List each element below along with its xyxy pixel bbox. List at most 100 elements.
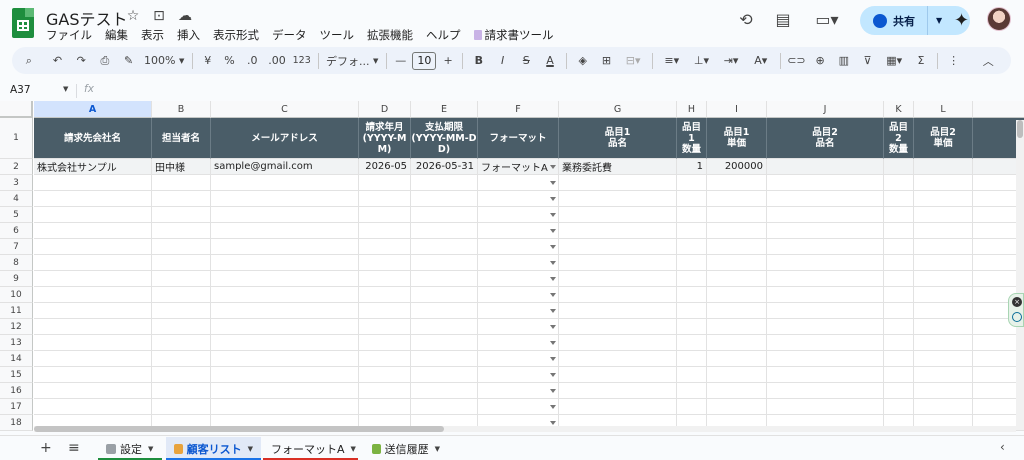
row-header[interactable]: 3: [0, 175, 33, 191]
format-dropdown-cell[interactable]: [478, 207, 559, 223]
empty-cell[interactable]: [411, 191, 478, 207]
empty-cell[interactable]: [677, 223, 707, 239]
empty-cell[interactable]: [767, 175, 884, 191]
empty-cell[interactable]: [34, 383, 152, 399]
empty-cell[interactable]: [914, 383, 973, 399]
empty-cell[interactable]: [34, 335, 152, 351]
column-header-g[interactable]: G: [559, 101, 677, 118]
gemini-icon[interactable]: ✦: [954, 10, 969, 31]
sheet-tab-menu-icon[interactable]: ▼: [435, 445, 440, 453]
empty-cell[interactable]: [211, 351, 359, 367]
search-menus-icon[interactable]: ⌕: [12, 47, 46, 74]
format-dropdown-cell[interactable]: [478, 351, 559, 367]
empty-cell[interactable]: [34, 319, 152, 335]
empty-cell[interactable]: [767, 367, 884, 383]
spreadsheet-grid[interactable]: A B C D E F G H I J K L 1 請求先会社名 担当者名 メールアドレス 請求年月 (YYYY…: [0, 101, 1024, 431]
row-header[interactable]: 4: [0, 191, 33, 207]
empty-cell[interactable]: [211, 271, 359, 287]
empty-cell[interactable]: [34, 287, 152, 303]
empty-cell[interactable]: [884, 303, 914, 319]
empty-cell[interactable]: [767, 287, 884, 303]
collapse-menus-button[interactable]: ︿: [966, 47, 1011, 74]
row-header[interactable]: 7: [0, 239, 33, 255]
number-format-button[interactable]: 123: [290, 47, 314, 74]
empty-cell[interactable]: [34, 351, 152, 367]
empty-cell[interactable]: [152, 399, 211, 415]
empty-cell[interactable]: [411, 303, 478, 319]
format-dropdown-cell[interactable]: [478, 191, 559, 207]
empty-cell[interactable]: [884, 255, 914, 271]
borders-icon[interactable]: ⊞: [595, 47, 619, 74]
column-header-l[interactable]: L: [914, 101, 973, 118]
comments-icon[interactable]: ▤: [773, 10, 793, 29]
data-cell[interactable]: 2026-05: [359, 159, 411, 175]
undo-icon[interactable]: ↶: [46, 47, 70, 74]
dropdown-arrow-icon[interactable]: [550, 341, 556, 345]
row-header[interactable]: 6: [0, 223, 33, 239]
empty-cell[interactable]: [34, 223, 152, 239]
data-cell[interactable]: 田中様: [152, 159, 211, 175]
menu-view[interactable]: 表示: [141, 27, 164, 43]
dropdown-arrow-icon[interactable]: [550, 357, 556, 361]
empty-cell[interactable]: [884, 399, 914, 415]
empty-cell[interactable]: [767, 223, 884, 239]
empty-cell[interactable]: [914, 271, 973, 287]
empty-cell[interactable]: [152, 255, 211, 271]
column-header-e[interactable]: E: [411, 101, 478, 118]
header-cell[interactable]: 品目 2 数量: [884, 118, 914, 159]
empty-cell[interactable]: [884, 271, 914, 287]
empty-cell[interactable]: [914, 255, 973, 271]
font-size-field[interactable]: 10: [411, 47, 439, 74]
empty-cell[interactable]: [707, 191, 767, 207]
dropdown-arrow-icon[interactable]: [550, 229, 556, 233]
sheet-tab[interactable]: 送信履歴 ▼: [364, 437, 448, 460]
increase-decimal-button[interactable]: .00: [264, 47, 290, 74]
empty-cell[interactable]: [707, 287, 767, 303]
menu-file[interactable]: ファイル: [46, 27, 92, 43]
empty-cell[interactable]: [152, 351, 211, 367]
empty-cell[interactable]: [677, 239, 707, 255]
empty-cell[interactable]: [411, 319, 478, 335]
name-box[interactable]: A37: [10, 84, 31, 96]
empty-cell[interactable]: [359, 399, 411, 415]
empty-cell[interactable]: [152, 367, 211, 383]
format-dropdown-cell[interactable]: [478, 287, 559, 303]
empty-cell[interactable]: [359, 207, 411, 223]
empty-cell[interactable]: [34, 175, 152, 191]
empty-cell[interactable]: [884, 335, 914, 351]
empty-cell[interactable]: [211, 175, 359, 191]
empty-cell[interactable]: [914, 335, 973, 351]
empty-cell[interactable]: [211, 303, 359, 319]
redo-icon[interactable]: ↷: [69, 47, 93, 74]
empty-cell[interactable]: [677, 399, 707, 415]
header-cell[interactable]: 支払期限 (YYYY-MM-D D): [411, 118, 478, 159]
data-cell[interactable]: [884, 159, 914, 175]
sheet-tab[interactable]: 設定 ▼: [98, 437, 162, 460]
empty-cell[interactable]: [884, 191, 914, 207]
dropdown-arrow-icon[interactable]: [550, 261, 556, 265]
data-cell[interactable]: 1: [677, 159, 707, 175]
empty-cell[interactable]: [559, 303, 677, 319]
empty-cell[interactable]: [359, 239, 411, 255]
empty-cell[interactable]: [34, 255, 152, 271]
empty-cell[interactable]: [707, 351, 767, 367]
empty-cell[interactable]: [359, 287, 411, 303]
menu-invoice-tool[interactable]: 請求書ツール: [473, 27, 554, 43]
empty-cell[interactable]: [884, 383, 914, 399]
row-header[interactable]: 14: [0, 351, 33, 367]
row-header[interactable]: 1: [0, 118, 33, 159]
move-to-folder-icon[interactable]: ⊡: [150, 8, 168, 24]
empty-cell[interactable]: [411, 383, 478, 399]
insert-chart-icon[interactable]: ▥: [832, 47, 856, 74]
empty-cell[interactable]: [914, 239, 973, 255]
empty-cell[interactable]: [34, 207, 152, 223]
empty-cell[interactable]: [677, 351, 707, 367]
empty-cell[interactable]: [884, 351, 914, 367]
bold-button[interactable]: B: [467, 47, 491, 74]
sheet-tab-menu-icon[interactable]: ▼: [351, 445, 356, 453]
empty-cell[interactable]: [34, 399, 152, 415]
empty-cell[interactable]: [34, 303, 152, 319]
menu-insert[interactable]: 挿入: [177, 27, 200, 43]
version-history-icon[interactable]: ⟲: [736, 10, 756, 29]
empty-cell[interactable]: [677, 175, 707, 191]
